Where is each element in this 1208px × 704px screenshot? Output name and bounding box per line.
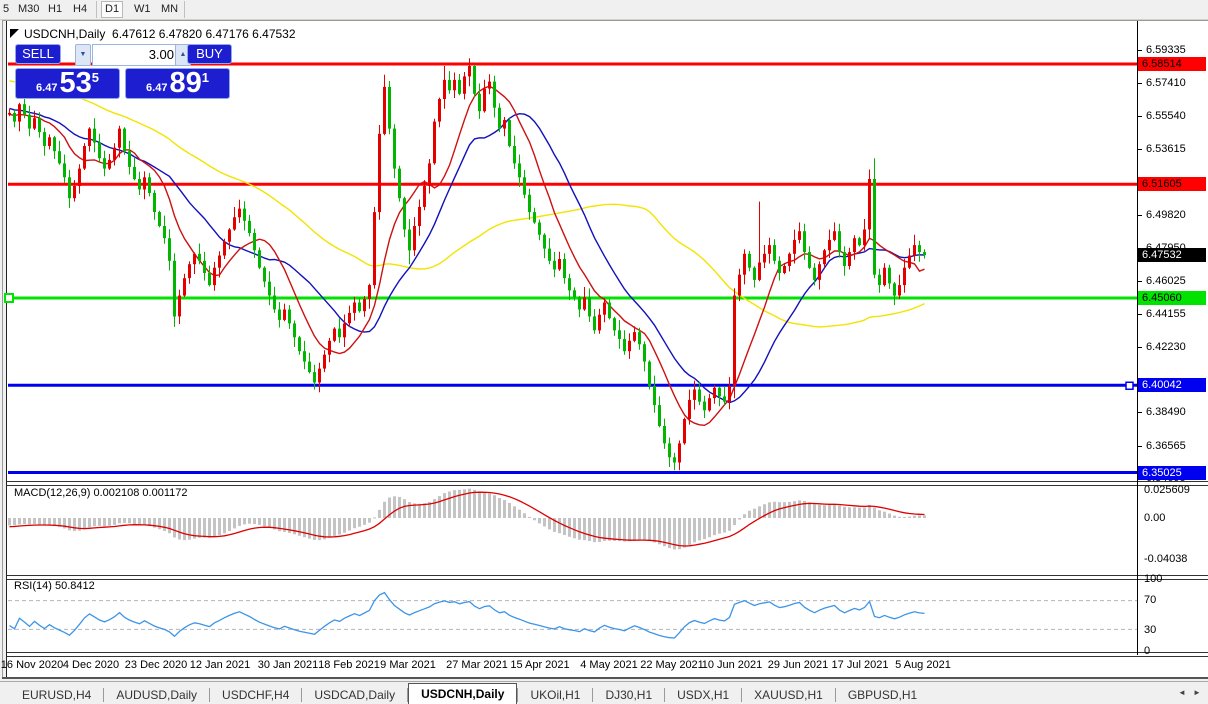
sell-price-pip: 5 bbox=[92, 70, 99, 85]
one-click-collapse-icon[interactable] bbox=[10, 29, 19, 38]
date-label: 27 Mar 2021 bbox=[446, 659, 508, 671]
price-tick-label: 6.55540 bbox=[1146, 110, 1186, 122]
price-tick-label: 6.46025 bbox=[1146, 275, 1186, 287]
line-handle[interactable] bbox=[5, 294, 13, 302]
buy-price-main: 89 bbox=[169, 70, 201, 96]
buy-price-quote[interactable]: 6.47891 bbox=[125, 68, 230, 99]
indicator-axis-label: 0 bbox=[1144, 645, 1150, 657]
indicator-axis-label: 70 bbox=[1144, 594, 1156, 606]
indicator-axis-label: 30 bbox=[1144, 624, 1156, 636]
ma-mid-line bbox=[10, 108, 925, 402]
buy-button[interactable]: BUY bbox=[187, 44, 232, 64]
chart-canvas bbox=[0, 0, 1208, 704]
price-tick-label: 6.38490 bbox=[1146, 406, 1186, 418]
chart-title: USDCNH,Daily 6.47612 6.47820 6.47176 6.4… bbox=[24, 27, 296, 41]
chart-ohlc-values: 6.47612 6.47820 6.47176 6.47532 bbox=[112, 27, 296, 41]
date-label: 5 Aug 2021 bbox=[895, 659, 951, 671]
one-click-trading-panel: SELL ▼ 3.00 ▲ BUY 6.47535 6.47891 bbox=[15, 44, 232, 99]
date-label: 29 Jun 2021 bbox=[768, 659, 829, 671]
price-tick bbox=[1137, 412, 1142, 413]
date-label: 15 Apr 2021 bbox=[510, 659, 569, 671]
date-label: 4 Dec 2020 bbox=[63, 659, 119, 671]
price-tick bbox=[1137, 215, 1142, 216]
chart-tab-bar: EURUSD,H4AUDUSD,DailyUSDCHF,H4USDCAD,Dai… bbox=[0, 681, 1208, 704]
volume-decrease-button[interactable]: ▼ bbox=[75, 44, 91, 66]
chart-tab-usdx[interactable]: USDX,H1 bbox=[665, 685, 741, 704]
trading-platform-window: 5M30H1H4D1W1MN 6.593356.574106.555406.53… bbox=[0, 0, 1208, 704]
chart-tab-dj30[interactable]: DJ30,H1 bbox=[593, 685, 664, 704]
ma-fast-line bbox=[10, 86, 925, 425]
rsi-label: RSI(14) 50.8412 bbox=[14, 580, 95, 592]
sell-price-prefix: 6.47 bbox=[36, 82, 57, 94]
indicator-axis-label: 0.025609 bbox=[1144, 484, 1190, 496]
price-tick bbox=[1137, 281, 1142, 282]
price-tick-label: 6.36565 bbox=[1146, 440, 1186, 452]
sell-button[interactable]: SELL bbox=[15, 44, 61, 64]
price-tick bbox=[1137, 116, 1142, 117]
chart-tab-xauusd[interactable]: XAUUSD,H1 bbox=[742, 685, 835, 704]
candles bbox=[8, 58, 926, 470]
date-label: 12 Jan 2021 bbox=[190, 659, 251, 671]
tab-scroll-right-icon[interactable]: ► bbox=[1193, 688, 1201, 697]
price-badge: 6.35025 bbox=[1138, 466, 1206, 480]
price-tick-label: 6.53615 bbox=[1146, 143, 1186, 155]
sell-price-main: 53 bbox=[59, 70, 91, 96]
price-badge: 6.45060 bbox=[1138, 291, 1206, 305]
date-label: 9 Mar 2021 bbox=[380, 659, 436, 671]
date-label: 16 Nov 2020 bbox=[1, 659, 63, 671]
sell-price-quote[interactable]: 6.47535 bbox=[15, 68, 120, 99]
chart-tab-usdchf[interactable]: USDCHF,H4 bbox=[210, 685, 301, 704]
chart-tab-usdcad[interactable]: USDCAD,Daily bbox=[302, 685, 407, 704]
tab-scroll-left-icon[interactable]: ◄ bbox=[1178, 688, 1186, 697]
buy-price-prefix: 6.47 bbox=[146, 82, 167, 94]
price-badge: 6.58514 bbox=[1138, 57, 1206, 71]
chart-tab-usdcnh[interactable]: USDCNH,Daily bbox=[408, 683, 517, 704]
volume-input[interactable]: 3.00 bbox=[92, 44, 181, 66]
price-tick bbox=[1137, 50, 1142, 51]
indicator-axis-label: -0.04038 bbox=[1144, 553, 1187, 565]
macd-label: MACD(12,26,9) 0.002108 0.001172 bbox=[14, 487, 187, 499]
price-badge: 6.47532 bbox=[1138, 248, 1206, 262]
price-tick bbox=[1137, 83, 1142, 84]
price-badge: 6.40042 bbox=[1138, 378, 1206, 392]
line-handle[interactable] bbox=[1126, 382, 1133, 389]
date-label: 10 Jun 2021 bbox=[702, 659, 763, 671]
price-tick bbox=[1137, 149, 1142, 150]
date-label: 23 Dec 2020 bbox=[125, 659, 187, 671]
indicator-axis-label: 100 bbox=[1144, 573, 1162, 585]
date-label: 30 Jan 2021 bbox=[258, 659, 319, 671]
date-label: 17 Jul 2021 bbox=[832, 659, 889, 671]
price-tick bbox=[1137, 347, 1142, 348]
chart-tab-eurusd[interactable]: EURUSD,H4 bbox=[10, 685, 103, 704]
panel-separator[interactable] bbox=[7, 575, 1208, 580]
price-tick-label: 6.59335 bbox=[1146, 44, 1186, 56]
price-tick-label: 6.42230 bbox=[1146, 341, 1186, 353]
date-label: 22 May 2021 bbox=[640, 659, 704, 671]
price-tick-label: 6.49820 bbox=[1146, 209, 1186, 221]
chart-tab-ukoil[interactable]: UKOil,H1 bbox=[518, 685, 592, 704]
ma-slow-line bbox=[10, 81, 925, 327]
price-tick-label: 6.57410 bbox=[1146, 77, 1186, 89]
price-tick-label: 6.44155 bbox=[1146, 308, 1186, 320]
price-badge: 6.51605 bbox=[1138, 177, 1206, 191]
buy-price-pip: 1 bbox=[202, 70, 209, 85]
chart-tab-audusd[interactable]: AUDUSD,Daily bbox=[104, 685, 209, 704]
rsi-line bbox=[10, 593, 925, 638]
macd-signal-line bbox=[10, 492, 925, 546]
chart-tab-gbpusd[interactable]: GBPUSD,H1 bbox=[836, 685, 929, 704]
indicator-axis-label: 0.00 bbox=[1144, 512, 1165, 524]
price-tick bbox=[1137, 446, 1142, 447]
panel-separator[interactable] bbox=[7, 481, 1208, 486]
price-tick bbox=[1137, 314, 1142, 315]
date-label: 4 May 2021 bbox=[580, 659, 637, 671]
panel-separator bbox=[7, 652, 1208, 657]
date-label: 18 Feb 2021 bbox=[318, 659, 380, 671]
chart-symbol-period: USDCNH,Daily bbox=[24, 27, 105, 41]
